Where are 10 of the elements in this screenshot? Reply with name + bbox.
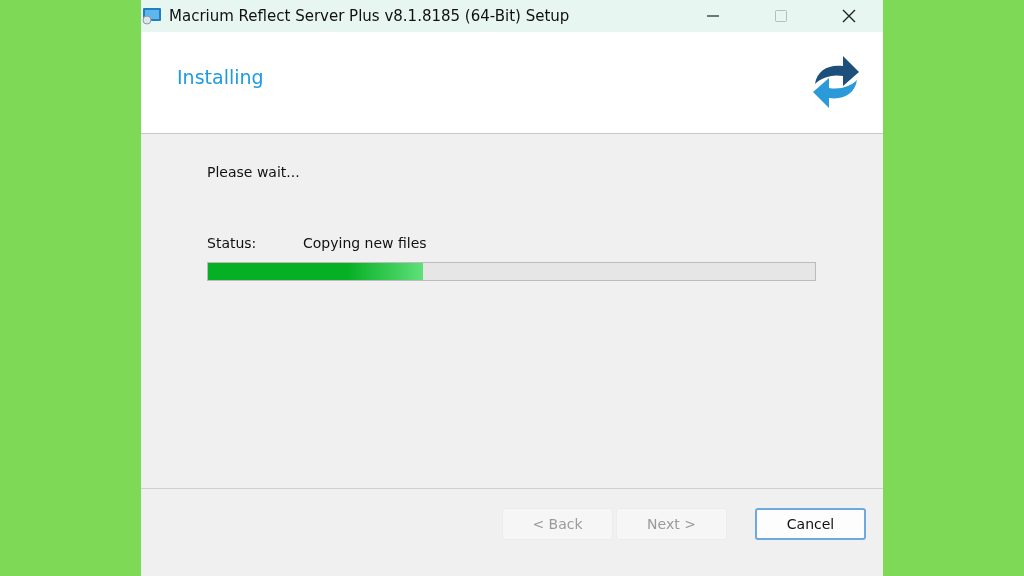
maximize-icon — [773, 8, 789, 24]
wait-message: Please wait... — [207, 164, 301, 180]
window-title: Macrium Reflect Server Plus v8.1.8185 (64-Bit) Setup — [169, 7, 571, 25]
status-label: Status: — [207, 235, 258, 251]
status-value: Copying new files — [303, 235, 427, 251]
minimize-icon — [707, 15, 719, 17]
page-title: Installing — [177, 65, 264, 88]
app-icon — [142, 7, 162, 25]
wizard-button[interactable]: Cancel — [755, 508, 866, 540]
close-icon — [841, 8, 857, 24]
